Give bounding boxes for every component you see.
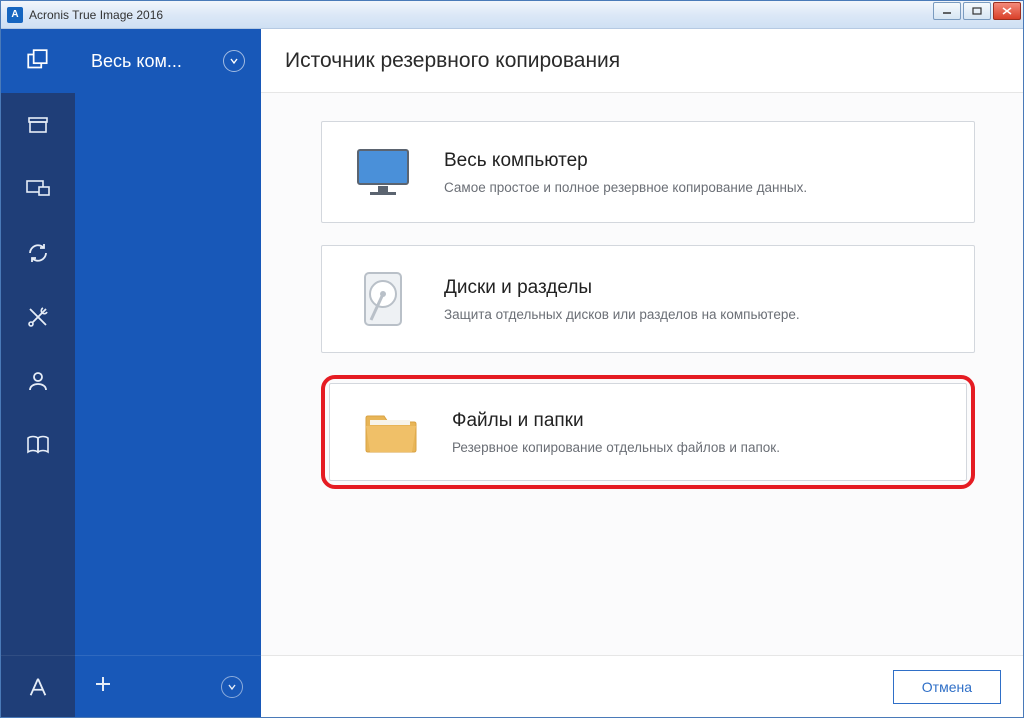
- body: Весь ком... Источник резер: [1, 29, 1023, 717]
- subpanel-footer: [75, 655, 261, 717]
- option-files[interactable]: Файлы и папки Резервное копирование отде…: [329, 383, 967, 481]
- nav-brand[interactable]: [1, 655, 75, 717]
- app-icon: A: [7, 7, 23, 23]
- nav-archive[interactable]: [1, 93, 75, 157]
- nav-backup[interactable]: [1, 29, 75, 93]
- option-title: Диски и разделы: [444, 277, 800, 299]
- folder-icon: [358, 408, 424, 456]
- option-desc: Защита отдельных дисков или разделов на …: [444, 307, 800, 322]
- archive-icon: [26, 113, 50, 137]
- option-desc: Резервное копирование отдельных файлов и…: [452, 440, 780, 455]
- content: Источник резервного копирования Весь ком…: [261, 29, 1023, 717]
- hdd-icon: [350, 270, 416, 328]
- nav-rail: [1, 29, 75, 717]
- brand-a-icon: [27, 676, 49, 698]
- window-controls: [933, 2, 1021, 20]
- add-backup-button[interactable]: [93, 674, 113, 699]
- book-icon: [25, 433, 51, 457]
- backup-subpanel: Весь ком...: [75, 29, 261, 717]
- monitor-icon: [350, 146, 416, 198]
- devices-icon: [25, 177, 51, 201]
- more-backup-options[interactable]: [221, 676, 243, 698]
- chevron-down-icon: [227, 682, 237, 692]
- option-disks[interactable]: Диски и разделы Защита отдельных дисков …: [321, 245, 975, 353]
- nav-help[interactable]: [1, 413, 75, 477]
- tools-icon: [26, 305, 50, 329]
- option-title: Весь компьютер: [444, 150, 807, 172]
- option-entire-pc[interactable]: Весь компьютер Самое простое и полное ре…: [321, 121, 975, 223]
- chevron-down-icon: [223, 50, 245, 72]
- window-title: Acronis True Image 2016: [29, 8, 163, 22]
- minimize-button[interactable]: [933, 2, 961, 20]
- app-window: A Acronis True Image 2016: [0, 0, 1024, 718]
- option-desc: Самое простое и полное резервное копиров…: [444, 180, 807, 195]
- maximize-button[interactable]: [963, 2, 991, 20]
- nav-sync[interactable]: [1, 221, 75, 285]
- subpanel-title: Весь ком...: [91, 51, 182, 72]
- plus-icon: [93, 674, 113, 694]
- sync-icon: [26, 241, 50, 265]
- content-footer: Отмена: [261, 655, 1023, 717]
- subpanel-header[interactable]: Весь ком...: [75, 29, 261, 93]
- titlebar: A Acronis True Image 2016: [1, 1, 1023, 29]
- cancel-button[interactable]: Отмена: [893, 670, 1001, 704]
- close-button[interactable]: [993, 2, 1021, 20]
- backup-icon: [25, 48, 51, 74]
- nav-account[interactable]: [1, 349, 75, 413]
- nav-tools[interactable]: [1, 285, 75, 349]
- account-icon: [26, 369, 50, 393]
- page-title: Источник резервного копирования: [261, 29, 1023, 93]
- nav-devices[interactable]: [1, 157, 75, 221]
- content-body: Весь компьютер Самое простое и полное ре…: [261, 93, 1023, 655]
- option-files-highlight: Файлы и папки Резервное копирование отде…: [321, 375, 975, 489]
- option-title: Файлы и папки: [452, 410, 780, 432]
